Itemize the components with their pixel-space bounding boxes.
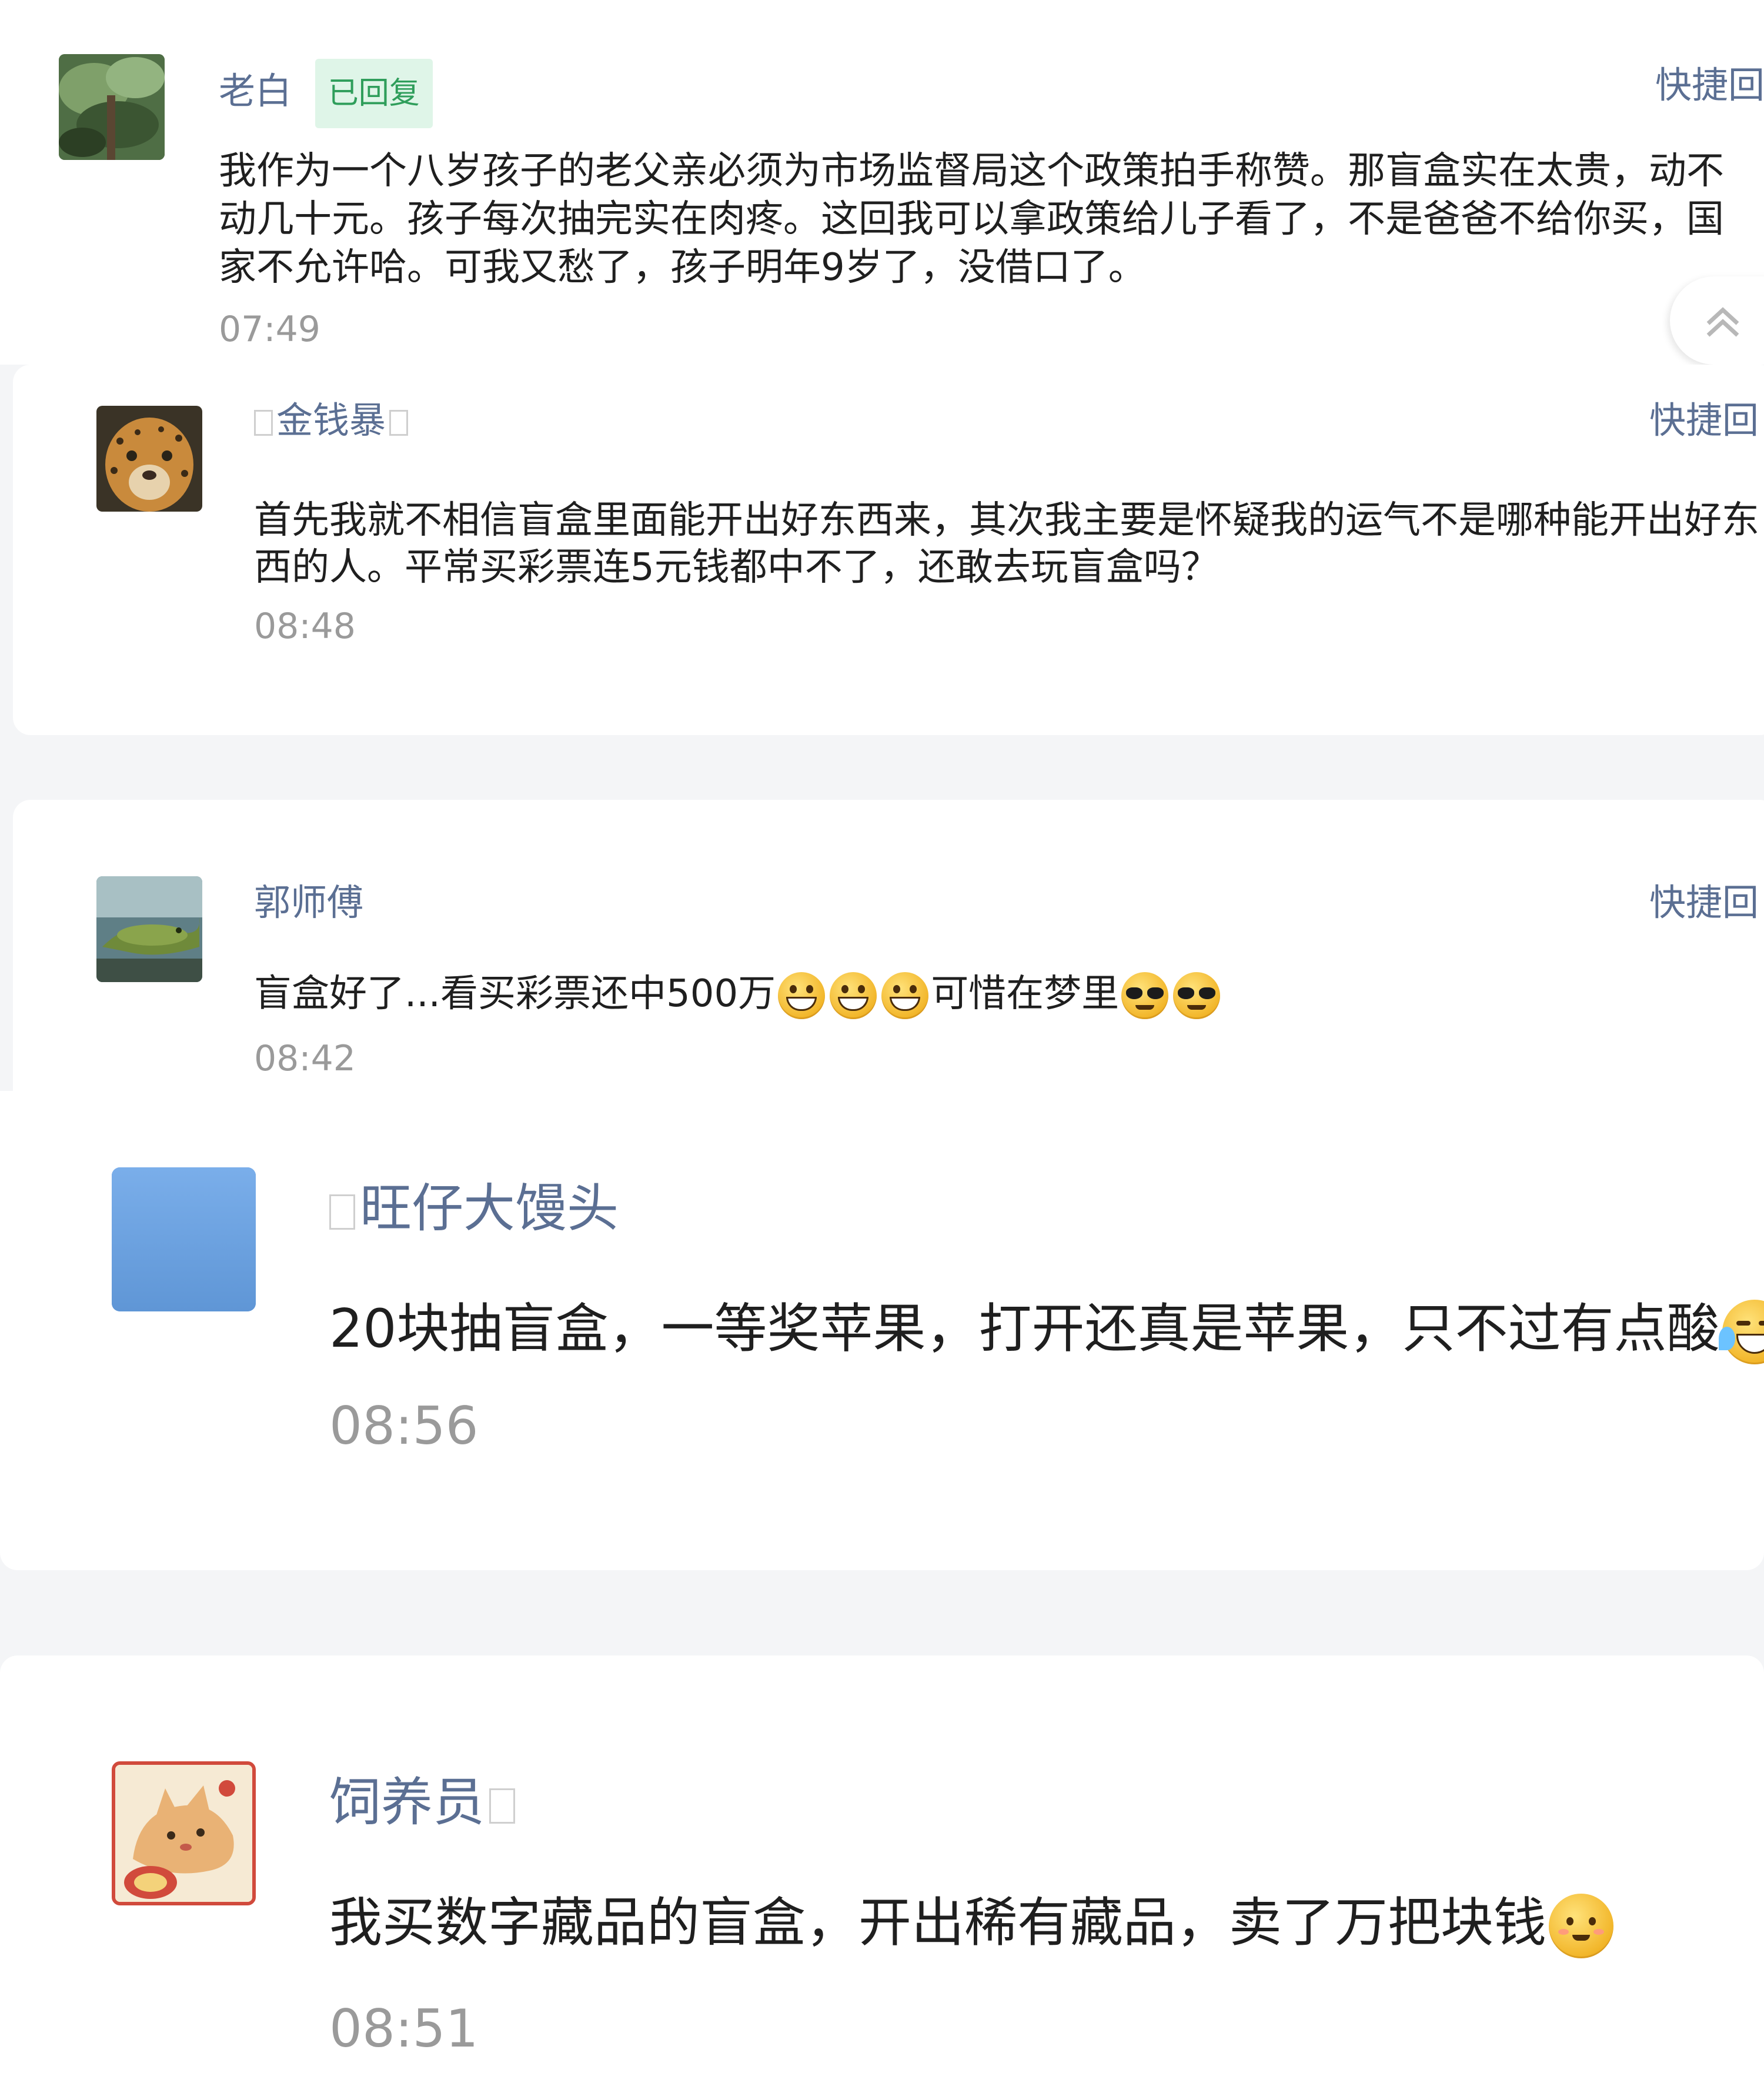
emoji-placeholder-icon [389, 409, 409, 436]
emoji-placeholder-icon [254, 409, 273, 436]
comment-time: 08:48 [254, 606, 356, 647]
laugh-cry-emoji-icon [1718, 1300, 1764, 1365]
grin-emoji-icon [778, 972, 826, 1020]
comment-text: 盲盒好了...看买彩票还中500万 可惜在梦里 [254, 964, 1759, 1023]
comment-card: 饲养员 我买数字藏品的盲盒，开出稀有藏品，卖了万把块钱 08:51 [0, 1655, 1764, 2073]
avatar[interactable] [96, 406, 202, 512]
commenter-name[interactable]: 旺仔大馒头 [329, 1173, 619, 1244]
lizard-photo [96, 876, 202, 982]
grin-emoji-icon [881, 972, 929, 1020]
commenter-name[interactable]: 郭师傅 [254, 876, 363, 929]
quick-reply-button[interactable]: 快捷回 [1649, 394, 1759, 447]
avatar[interactable] [112, 1167, 256, 1311]
emoji-placeholder-icon [329, 1194, 355, 1230]
comment-card: 旺仔大馒头 20块抽盲盒，一等奖苹果，打开还真是苹果，只不过有点酸 08:56 [0, 1091, 1764, 1570]
comment-card: 郭师傅 快捷回 盲盒好了...看买彩票还中500万 可惜在梦里 08:42 [13, 800, 1764, 1091]
comment-text: 首先我就不相信盲盒里面能开出好东西来，其次我主要是怀疑我的运气不是哪种能开出好东… [254, 499, 1759, 589]
commenter-name[interactable]: 金钱暴 [254, 394, 409, 447]
avatar[interactable] [112, 1761, 256, 1905]
commenter-name[interactable]: 饲养员 [329, 1767, 516, 1838]
chevron-up-icon [1706, 307, 1739, 337]
comment-time: 08:56 [329, 1396, 479, 1456]
quick-reply-button[interactable]: 快捷回 [1649, 876, 1759, 929]
comment-time: 08:42 [254, 1038, 356, 1079]
avatar[interactable] [59, 54, 165, 160]
cat-cartoon-image [115, 1765, 252, 1902]
comment-text: 20块抽盲盒，一等奖苹果，打开还真是苹果，只不过有点酸 [329, 1291, 1764, 1367]
replied-badge: 已回复 [315, 59, 433, 128]
comment-card: 老白 已回复 快捷回 我作为一个八岁孩子的老父亲必须为市场监督局这个政策拍手称赞… [0, 0, 1764, 365]
comment-text: 我作为一个八岁孩子的老父亲必须为市场监督局这个政策拍手称赞。那盲盒实在太贵，动不… [219, 149, 1724, 289]
forest-photo [59, 54, 165, 160]
commenter-name[interactable]: 老白 已回复 [219, 59, 433, 128]
blue-square-image [112, 1167, 256, 1311]
sunglasses-emoji-icon [1121, 972, 1169, 1020]
comment-card: 金钱暴 快捷回 首先我就不相信盲盒里面能开出好东西来，其次我主要是怀疑我的运气不… [13, 365, 1764, 735]
collapse-button[interactable] [1670, 276, 1764, 365]
emoji-placeholder-icon [489, 1788, 516, 1824]
quick-reply-button[interactable]: 快捷回 [1655, 59, 1764, 112]
smile-emoji-icon [1549, 1894, 1613, 1959]
grin-emoji-icon [830, 972, 877, 1020]
sunglasses-emoji-icon [1173, 972, 1221, 1020]
leopard-photo [96, 406, 202, 512]
avatar[interactable] [96, 876, 202, 982]
comment-time: 07:49 [219, 309, 320, 350]
comment-text: 我买数字藏品的盲盒，开出稀有藏品，卖了万把块钱 [329, 1885, 1764, 1961]
comment-time: 08:51 [329, 1998, 479, 2059]
